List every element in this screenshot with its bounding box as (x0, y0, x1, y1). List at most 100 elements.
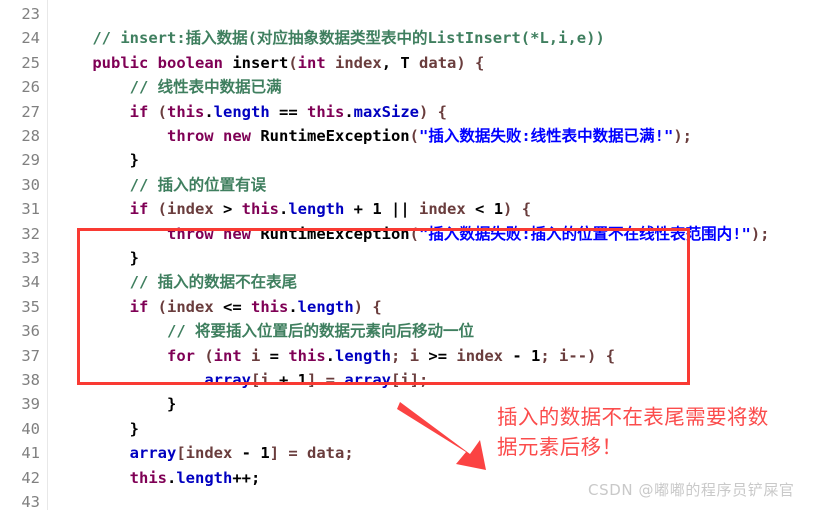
code-token: } (55, 395, 177, 414)
code-line[interactable]: 36 // 将要插入位置后的数据元素向后移动一位 (0, 319, 824, 343)
code-token: , (381, 53, 401, 72)
code-line[interactable]: 25 public boolean insert(int index, T da… (0, 51, 824, 75)
line-code[interactable]: this.length++; (55, 466, 261, 490)
line-code[interactable]: public boolean insert(int index, T data)… (55, 51, 484, 75)
code-token: ; (391, 346, 410, 365)
code-token: ( (409, 127, 419, 145)
code-token: throw (166, 127, 214, 145)
code-token: index (419, 200, 466, 219)
code-token: --) { (568, 346, 616, 365)
line-number: 42 (21, 468, 40, 487)
line-number: 36 (21, 322, 40, 341)
code-token: i (559, 346, 569, 365)
code-token: 1 (531, 346, 541, 365)
code-line[interactable]: 24 // insert:插入数据(对应抽象数据类型表中的ListInsert(… (0, 26, 824, 50)
code-token: this (129, 468, 167, 487)
code-token: "插入数据失败:插入的位置不在线性表范围内!" (418, 224, 751, 243)
code-line[interactable]: 29 } (0, 148, 824, 172)
line-number: 23 (21, 5, 40, 23)
code-line[interactable]: 31 if (index > this.length + 1 || index … (0, 197, 824, 221)
line-code[interactable]: array[i + 1] = array[i]; (55, 368, 428, 392)
line-number: 24 (21, 29, 40, 48)
code-token: this (307, 102, 345, 121)
watermark-text: CSDN @嘟嘟的程序员铲屎官 (588, 481, 795, 499)
line-code[interactable]: } (55, 417, 139, 441)
code-token: [ (391, 371, 401, 389)
code-token: throw (166, 224, 214, 243)
code-line[interactable]: 34 // 插入的数据不在表尾 (0, 270, 824, 294)
code-token: array (344, 371, 392, 389)
code-token: insert (223, 53, 289, 72)
line-code[interactable]: if (index <= this.length) { (55, 295, 382, 319)
line-code[interactable]: if (index > this.length + 1 || index < 1… (55, 197, 531, 221)
code-line[interactable]: 38 array[i + 1] = array[i]; (0, 368, 824, 392)
code-token: ( (148, 102, 167, 121)
line-code[interactable]: throw new RuntimeException("插入数据失败:线性表中数… (55, 124, 692, 148)
code-token: new (223, 224, 251, 243)
line-number: 32 (21, 224, 40, 243)
code-token: index (335, 53, 382, 72)
code-token: array (204, 371, 251, 389)
code-line[interactable]: 33 } (0, 246, 824, 270)
code-line[interactable]: 37 for (int i = this.length; i >= index … (0, 344, 824, 368)
code-token: // 将要插入位置后的数据元素向后移动一位 (166, 322, 474, 341)
code-token: public (92, 53, 149, 72)
code-token: int (297, 53, 326, 72)
annotation-note: 插入的数据不在表尾需要将数 据元素后移！ (497, 402, 807, 462)
line-number: 28 (21, 127, 40, 145)
code-token: ) { (503, 200, 532, 219)
code-token: index (167, 297, 214, 316)
code-token: [ (176, 444, 186, 463)
line-number: 34 (21, 273, 40, 292)
code-token: ( (194, 346, 214, 365)
code-token: 1 (493, 200, 504, 219)
code-token: < (465, 200, 494, 219)
line-number: 31 (21, 200, 40, 219)
code-line[interactable]: 30 // 插入的位置有误 (0, 173, 824, 197)
code-token: i (409, 346, 420, 365)
line-code[interactable]: array[index - 1] = data; (55, 441, 354, 465)
code-token: index (167, 200, 214, 219)
code-line[interactable]: 35 if (index <= this.length) { (0, 295, 824, 319)
line-code[interactable]: // 将要插入位置后的数据元素向后移动一位 (55, 319, 474, 343)
code-token: ) { (419, 102, 447, 121)
code-token: length (297, 297, 354, 316)
code-token: ( (148, 200, 167, 219)
code-token: - (232, 444, 261, 463)
code-line[interactable]: 27 if (this.length == this.maxSize) { (0, 100, 824, 124)
line-code[interactable]: // insert:插入数据(对应抽象数据类型表中的ListInsert(*L,… (55, 26, 605, 50)
code-line[interactable]: 32 throw new RuntimeException("插入数据失败:插入… (0, 222, 824, 246)
code-token: i (251, 346, 261, 365)
line-code[interactable]: } (55, 246, 139, 270)
code-token: ) { (456, 53, 485, 72)
code-token: i (400, 371, 410, 389)
line-code[interactable]: if (this.length == this.maxSize) { (55, 100, 447, 124)
code-token: length (288, 200, 345, 219)
annotation-note-line: 据元素后移！ (497, 435, 623, 459)
code-token: } (55, 151, 139, 170)
line-code[interactable]: // 插入的数据不在表尾 (55, 270, 298, 294)
code-token: . (166, 468, 177, 487)
code-token: + (344, 200, 373, 219)
code-token: index (456, 346, 504, 365)
line-code[interactable]: for (int i = this.length; i >= index - 1… (55, 344, 615, 368)
code-line[interactable]: 28 throw new RuntimeException("插入数据失败:线性… (0, 124, 824, 148)
line-code[interactable]: // 插入的位置有误 (55, 173, 267, 197)
line-number: 30 (21, 175, 40, 194)
code-token: || (381, 200, 420, 219)
code-token: int (213, 346, 242, 365)
code-token: // insert:插入数据(对应抽象数据类型表中的ListInsert(*L,… (92, 29, 605, 48)
code-line[interactable]: 26 // 线性表中数据已满 (0, 75, 824, 99)
line-code[interactable]: // 线性表中数据已满 (55, 75, 282, 99)
line-code[interactable]: throw new RuntimeException("插入数据失败:插入的位置… (55, 222, 770, 246)
line-code[interactable]: } (55, 392, 176, 416)
code-line[interactable]: 23 (0, 2, 824, 26)
code-token: ( (409, 224, 419, 243)
line-code[interactable]: } (55, 148, 139, 172)
